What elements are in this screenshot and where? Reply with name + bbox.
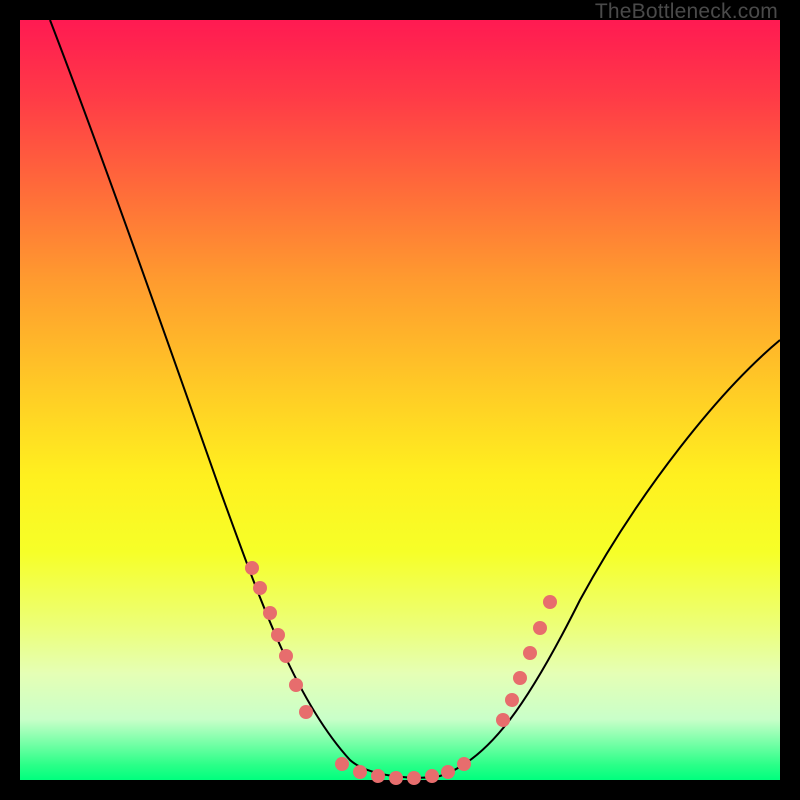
plot-area xyxy=(20,20,780,780)
chart-frame: TheBottleneck.com xyxy=(0,0,800,800)
bottleneck-curve xyxy=(20,20,780,780)
curve-path xyxy=(50,20,780,778)
data-dots xyxy=(245,561,557,785)
